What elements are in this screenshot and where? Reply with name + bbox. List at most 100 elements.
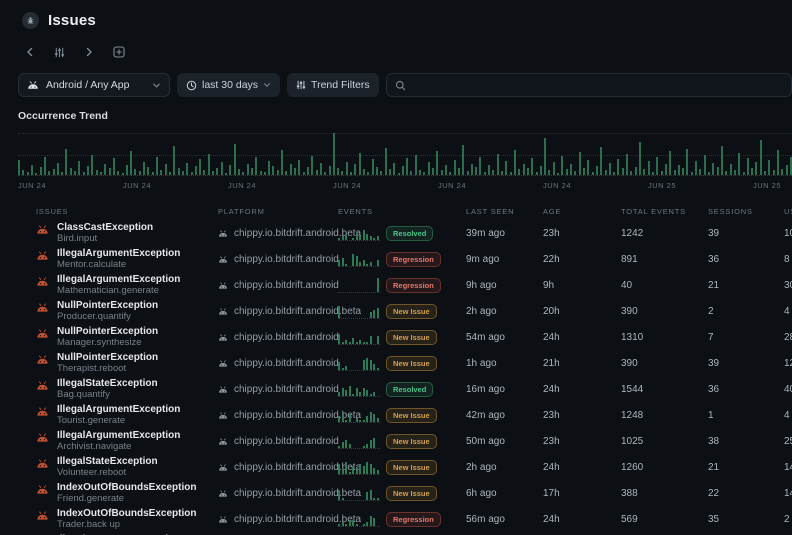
trend-bar [600, 147, 602, 175]
trend-bar [648, 161, 650, 175]
axis-tick-label: JUN 24 [123, 181, 151, 190]
trend-bar [712, 163, 714, 175]
last-seen-value: 54m ago [466, 332, 543, 343]
table-row[interactable]: NullPointerException Manager.synthesize … [0, 324, 792, 350]
android-issue-icon [36, 354, 49, 365]
status-badge: New Issue [386, 356, 437, 371]
chevron-right-icon [84, 47, 94, 57]
trend-bar [337, 168, 339, 175]
table-row[interactable]: IllegalArgumentException Mentor.calculat… [0, 246, 792, 272]
total-events-value: 569 [621, 514, 708, 525]
trend-bar [122, 173, 124, 175]
table-row[interactable]: IndexOutOfBoundsException Friend.generat… [0, 480, 792, 506]
trend-bar [354, 164, 356, 175]
android-issue-icon [36, 432, 49, 443]
column-header-platform: PLATFORM [218, 207, 338, 216]
axis-tick-label: JUN 24 [333, 181, 361, 190]
trend-bar [234, 144, 236, 175]
trend-bar [96, 170, 98, 175]
trend-bar [419, 170, 421, 175]
table-row[interactable]: IndexOutOfBoundsException Trader.back up… [0, 506, 792, 532]
users-value: 25 [784, 436, 792, 447]
search-input[interactable] [412, 79, 783, 91]
trend-bar [484, 172, 486, 175]
trend-bar [143, 162, 145, 175]
trend-bar [553, 162, 555, 175]
trend-filters-button[interactable]: Trend Filters [287, 73, 379, 97]
time-range-button[interactable]: last 30 days [177, 73, 280, 97]
table-row[interactable]: NullPointerException Producer.quantify c… [0, 298, 792, 324]
table-row[interactable]: IllegalArgumentException Archivist.navig… [0, 428, 792, 454]
users-value: 4 [784, 306, 792, 317]
issue-cell: IndexOutOfBoundsException Friend.generat… [36, 482, 218, 504]
app-selector[interactable]: Android / Any App [18, 73, 170, 97]
trend-bar [531, 158, 533, 175]
age-value: 17h [543, 488, 621, 499]
status-badge: Regression [386, 278, 441, 293]
android-platform-icon [218, 515, 228, 524]
sessions-value: 21 [708, 280, 784, 291]
issue-title: IllegalStateException [57, 456, 158, 467]
sessions-value: 21 [708, 462, 784, 473]
age-value: 24h [543, 384, 621, 395]
events-sparkline [338, 485, 380, 501]
table-row[interactable]: IllegalStateException Volunteer.reboot c… [0, 454, 792, 480]
trend-bar [225, 173, 227, 175]
prev-button[interactable] [25, 47, 35, 57]
issue-title: NullPointerException [57, 326, 158, 337]
trend-bar [540, 166, 542, 175]
next-button[interactable] [84, 47, 94, 57]
trend-bar [268, 161, 270, 176]
users-value: 12 [784, 358, 792, 369]
age-value: 23h [543, 410, 621, 421]
platform-cell: chippy.io.bitdrift.android [218, 332, 338, 343]
events-sparkline [338, 329, 380, 345]
trend-bar [734, 170, 736, 175]
events-sparkline [338, 433, 380, 449]
issue-subtitle: Trader.back up [57, 519, 196, 530]
users-value: 40 [784, 384, 792, 395]
clock-icon [186, 80, 197, 91]
android-platform-icon [218, 333, 228, 342]
trend-bar [44, 157, 46, 175]
trend-bar [635, 167, 637, 175]
platform-cell: chippy.io.bitdrift.android [218, 280, 338, 291]
sessions-value: 35 [708, 514, 784, 525]
column-header-sessions: SESSIONS [708, 207, 784, 216]
total-events-value: 1544 [621, 384, 708, 395]
android-issue-icon [36, 224, 49, 235]
search-box[interactable] [386, 73, 792, 97]
table-row[interactable]: IllegalArgumentException Tourist.generat… [0, 402, 792, 428]
trend-bar [428, 162, 430, 175]
table-row[interactable]: ClassCastException Bird.input chippy.io.… [0, 220, 792, 246]
trend-bar [363, 169, 365, 175]
trend-bar [626, 154, 628, 175]
add-view-button[interactable] [113, 46, 125, 58]
issue-title: NullPointerException [57, 352, 158, 363]
android-platform-icon [218, 255, 228, 264]
trend-bar [518, 169, 520, 175]
events-cell: Regression [338, 511, 466, 527]
issue-title: IllegalArgumentException [57, 248, 180, 259]
trend-bar [764, 171, 766, 175]
filter-button[interactable] [54, 47, 65, 58]
trend-bar [717, 167, 719, 175]
trend-bar [738, 153, 740, 175]
table-row[interactable]: IllegalStateException Bag.quantify chipp… [0, 376, 792, 402]
table-row[interactable]: NullPointerException Therapist.reboot ch… [0, 350, 792, 376]
trend-bar [678, 165, 680, 175]
table-row[interactable]: IllegalArgumentException Mathematician.g… [0, 272, 792, 298]
trend-bar [574, 171, 576, 175]
trend-bar [130, 151, 132, 175]
trend-bar [380, 171, 382, 175]
trend-bar [251, 168, 253, 176]
trend-bar [643, 169, 645, 175]
issue-title: ClassCastException [57, 222, 153, 233]
trend-bar [721, 146, 723, 175]
users-value: 30 [784, 280, 792, 291]
trend-bar [35, 173, 37, 175]
issue-cell: IllegalStateException Volunteer.reboot [36, 456, 218, 478]
trend-bar [652, 172, 654, 175]
trend-bar [760, 140, 762, 175]
trend-bar [298, 160, 300, 175]
